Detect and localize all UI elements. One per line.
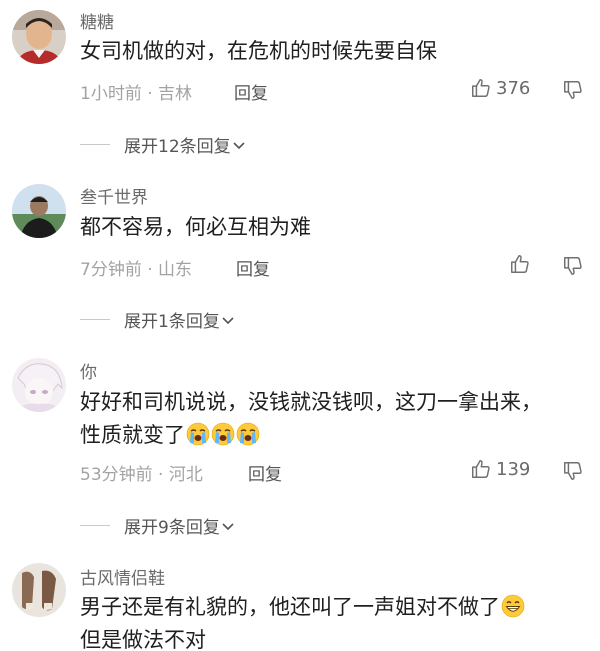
comment-text-line-1: 男子还是有礼貌的，他还叫了一声姐对不做了 bbox=[80, 591, 585, 624]
comment-text: 都不容易，何必互相为难 bbox=[80, 215, 311, 239]
avatar[interactable] bbox=[12, 358, 66, 412]
expand-replies-button[interactable]: 展开1条回复 bbox=[80, 307, 236, 332]
avatar[interactable] bbox=[12, 184, 66, 238]
reply-button[interactable]: 回复 bbox=[234, 79, 268, 104]
dislike-button[interactable] bbox=[562, 255, 584, 281]
loudly-crying-emoji bbox=[211, 422, 235, 446]
comment-1: 糖糖 女司机做的对，在危机的时候先要自保 1小时前 · 吉林 回复 376 展开… bbox=[0, 0, 600, 175]
loudly-crying-emoji bbox=[186, 422, 210, 446]
like-count: 139 bbox=[496, 458, 531, 480]
comment-text-line-1: 好好和司机说说，没钱就没钱呗，这刀一拿出来， bbox=[80, 390, 542, 414]
comment-text: 女司机做的对，在危机的时候先要自保 bbox=[80, 39, 437, 63]
username[interactable]: 你 bbox=[80, 358, 97, 383]
dislike-button[interactable] bbox=[562, 460, 584, 486]
comment-text-line-2-label: 性质就变了 bbox=[80, 423, 185, 447]
avatar[interactable] bbox=[12, 10, 66, 64]
like-count: 376 bbox=[496, 77, 531, 99]
avatar[interactable] bbox=[12, 563, 66, 617]
expand-label: 展开12条回复 bbox=[124, 137, 231, 157]
comment-2: 叁千世界 都不容易，何必互相为难 7分钟前 · 山东 回复 展开1条回复 bbox=[0, 175, 600, 350]
comment-4: 古风情侣鞋 男子还是有礼貌的，他还叫了一声姐对不做了 但是做法不对 bbox=[0, 555, 600, 651]
comment-text-line-1-label: 男子还是有礼貌的，他还叫了一声姐对不做了 bbox=[80, 595, 500, 619]
thumbs-up-icon bbox=[472, 460, 490, 478]
comment-3: 你 好好和司机说说，没钱就没钱呗，这刀一拿出来， 性质就变了 53分钟前 · 河… bbox=[0, 350, 600, 555]
thumbs-down-icon bbox=[564, 257, 582, 275]
like-button[interactable]: 139 bbox=[470, 458, 530, 480]
comment-meta: 1小时前 · 吉林 bbox=[80, 84, 193, 104]
expand-label: 展开9条回复 bbox=[124, 518, 220, 538]
comment-text-line-2: 但是做法不对 bbox=[80, 628, 206, 651]
comment-text-line-2: 性质就变了 bbox=[80, 419, 585, 452]
reply-button[interactable]: 回复 bbox=[248, 460, 282, 485]
dislike-button[interactable] bbox=[562, 79, 584, 105]
thumbs-down-icon bbox=[564, 81, 582, 99]
divider bbox=[80, 144, 110, 145]
like-button[interactable] bbox=[509, 253, 535, 275]
like-button[interactable]: 376 bbox=[470, 77, 530, 99]
username[interactable]: 糖糖 bbox=[80, 8, 114, 33]
thumbs-up-icon bbox=[511, 255, 529, 273]
divider bbox=[80, 319, 110, 320]
username[interactable]: 叁千世界 bbox=[80, 183, 148, 208]
username[interactable]: 古风情侣鞋 bbox=[80, 564, 165, 589]
comment-meta: 53分钟前 · 河北 bbox=[80, 465, 203, 485]
chevron-down-icon bbox=[222, 522, 234, 530]
chevron-down-icon bbox=[233, 141, 245, 149]
chevron-down-icon bbox=[222, 316, 234, 324]
thumbs-down-icon bbox=[564, 462, 582, 480]
comment-meta: 7分钟前 · 山东 bbox=[80, 260, 193, 280]
reply-button[interactable]: 回复 bbox=[236, 255, 270, 280]
expand-replies-button[interactable]: 展开9条回复 bbox=[80, 513, 236, 538]
thumbs-up-icon bbox=[472, 79, 490, 97]
expand-label: 展开1条回复 bbox=[124, 312, 220, 332]
loudly-crying-emoji bbox=[236, 422, 260, 446]
expand-replies-button[interactable]: 展开12条回复 bbox=[80, 132, 247, 157]
divider bbox=[80, 525, 110, 526]
grinning-emoji bbox=[501, 594, 525, 618]
